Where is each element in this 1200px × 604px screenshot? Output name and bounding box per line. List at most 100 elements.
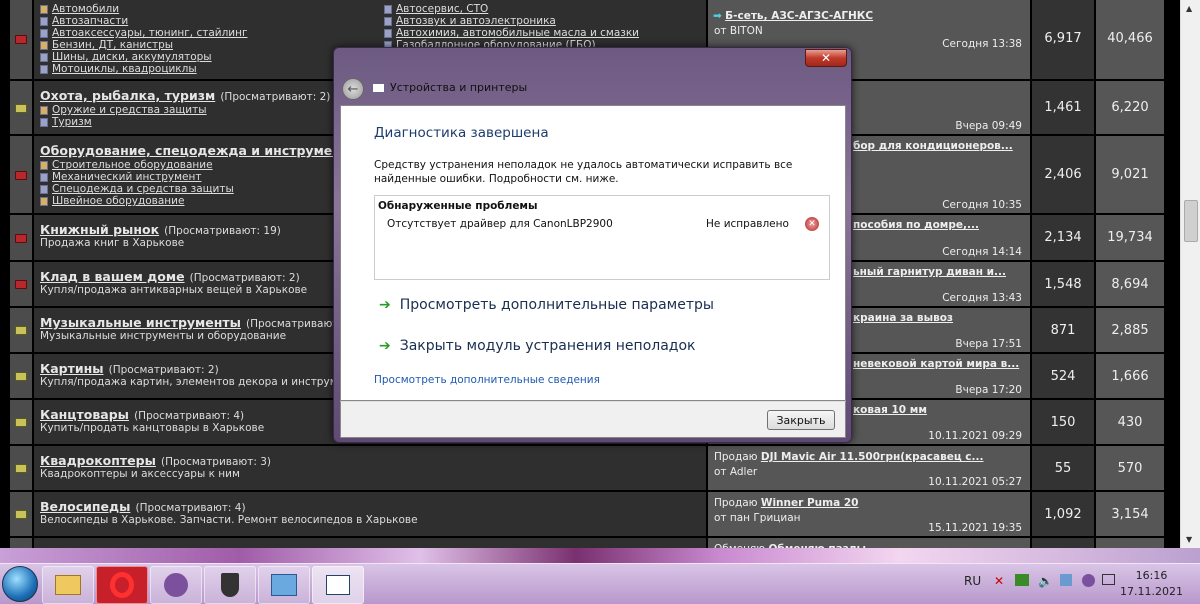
view-more-options-link[interactable]: ➔ Просмотреть дополнительные параметры xyxy=(379,297,714,313)
folder-icon xyxy=(15,34,27,44)
opera-taskbar-button[interactable] xyxy=(96,566,148,604)
troubleshooter-taskbar-button[interactable] xyxy=(312,566,364,604)
last-post-date: Сегодня 14:14 xyxy=(942,246,1022,258)
viewer-count: (Просматривают: 4) xyxy=(135,502,246,514)
scroll-up-arrow[interactable]: ▲ xyxy=(1186,4,1192,13)
forum-description: Продажа книг в Харькове xyxy=(40,237,185,249)
folder-icon xyxy=(15,464,27,473)
subforum-link[interactable]: Автозвук и автоэлектроника xyxy=(384,15,639,27)
subforum-link[interactable]: Бензин, ДТ, канистры xyxy=(40,39,248,51)
scrollbar[interactable]: ▲ ▼ xyxy=(1180,0,1200,548)
subforum-link[interactable]: Автохимия, автомобильные масла и смазки xyxy=(384,27,639,39)
status-cell xyxy=(10,215,32,260)
subforum-link[interactable]: Механический инструмент xyxy=(40,171,234,183)
subforum-link[interactable]: Шины, диски, аккумуляторы xyxy=(40,51,248,63)
viewer-count: (Просматривают: 19) xyxy=(164,225,281,237)
forum-title-link[interactable]: Охота, рыбалка, туризм xyxy=(40,88,215,103)
last-post-author: от Adler xyxy=(714,466,758,478)
last-post-link[interactable]: невековой картой мира в... xyxy=(853,358,1019,370)
last-post-link[interactable]: DJI Mavic Air 11.500грн(красавец с... xyxy=(761,451,984,463)
nvidia-icon[interactable] xyxy=(1015,574,1029,586)
explorer-taskbar-button[interactable] xyxy=(42,566,94,604)
back-button[interactable]: ← xyxy=(342,78,364,100)
subforum-link[interactable]: Автомобили xyxy=(40,3,248,15)
window-close-button[interactable]: ✕ xyxy=(805,49,847,67)
subforum-label: Бензин, ДТ, канистры xyxy=(52,39,174,51)
forum-header: Канцтовары (Просматривают: 4) xyxy=(40,404,244,423)
status-cell xyxy=(10,0,32,79)
subforum-link[interactable]: Строительное оборудование xyxy=(40,159,234,171)
forum-title-link[interactable]: Канцтовары xyxy=(40,407,129,422)
viber-tray-icon[interactable] xyxy=(1082,574,1095,587)
forum-row: Досуг и развлечение (Просматривают: 1)Об… xyxy=(10,538,1165,548)
subforum-link[interactable]: Швейное оборудование xyxy=(40,195,234,207)
subforum-link[interactable]: Автоаксессуары, тюнинг, стайлинг xyxy=(40,27,248,39)
viber-icon xyxy=(164,573,188,597)
folder-icon xyxy=(15,280,27,289)
new-post-arrow-icon[interactable]: ➡ xyxy=(713,10,725,22)
close-troubleshooter-link[interactable]: ➔ Закрыть модуль устранения неполадок xyxy=(379,338,696,354)
green-arrow-icon: ➔ xyxy=(379,338,391,354)
status-cell xyxy=(10,308,32,352)
scroll-down-arrow[interactable]: ▼ xyxy=(1186,535,1192,544)
forum-title-link[interactable]: Картины xyxy=(40,361,104,376)
forum-title-link[interactable]: Книжный рынок xyxy=(40,222,159,237)
control-panel-taskbar-button[interactable] xyxy=(258,566,310,604)
clock[interactable]: 16:16 17.11.2021 xyxy=(1120,568,1183,600)
topic-count: 150 xyxy=(1032,400,1094,444)
status-cell xyxy=(10,400,32,444)
last-post-link[interactable]: бор для кондиционеров... xyxy=(853,140,1013,152)
last-post-link[interactable]: ковая 10 мм xyxy=(853,404,927,416)
problem-name[interactable]: Отсутствует драйвер для CanonLBP2900 xyxy=(387,218,613,230)
last-post-title: Продаю DJI Mavic Air 11.500грн(красавец … xyxy=(714,451,983,463)
status-cell xyxy=(10,262,32,306)
option-label: Просмотреть дополнительные параметры xyxy=(399,297,714,313)
forum-cell: Квадрокоптеры (Просматривают: 3) Квадроко… xyxy=(34,446,706,490)
last-post-title: Продаю Winner Puma 20 xyxy=(714,497,858,509)
subforum-link[interactable]: Спецодежда и средства защиты xyxy=(40,183,234,195)
subforum-label: Строительное оборудование xyxy=(52,159,213,171)
last-post-link[interactable]: краина за вывоз xyxy=(853,312,953,324)
subforum-link[interactable]: Оружие и средства защиты xyxy=(40,104,207,116)
close-button[interactable]: Закрыть xyxy=(767,410,835,430)
last-post-link[interactable]: ьный гарнитур диван и... xyxy=(853,266,1006,278)
last-post-link[interactable]: пособия по домре,... xyxy=(853,219,979,231)
clock-date: 17.11.2021 xyxy=(1120,585,1183,598)
scrollbar-thumb[interactable] xyxy=(1184,200,1198,242)
error-icon: ✕ xyxy=(805,217,819,231)
dialog-body: Диагностика завершена Средству устранени… xyxy=(340,105,846,401)
last-post-link[interactable]: Б-сеть, АЗС-АГЗС-АГНКС xyxy=(725,10,873,22)
status-cell xyxy=(10,492,32,536)
view-details-link[interactable]: Просмотреть дополнительные сведения xyxy=(374,374,600,386)
last-post-title: бор для кондиционеров... xyxy=(853,140,1013,152)
forum-title-link[interactable]: Квадрокоптеры xyxy=(40,453,156,468)
status-cell xyxy=(10,446,32,490)
forum-title-link[interactable]: Музыкальные инструменты xyxy=(40,315,241,330)
forum-description: Квадрокоптеры и аксессуары к ним xyxy=(40,468,240,480)
subforum-link[interactable]: Автосервис, СТО xyxy=(384,3,639,15)
topic-count: 2,406 xyxy=(1032,136,1094,213)
last-post-author: от пан Грициан xyxy=(714,512,801,524)
app-tray-icon[interactable] xyxy=(1060,574,1072,586)
forum-header: Квадрокоптеры (Просматривают: 3) xyxy=(40,450,271,469)
language-indicator[interactable]: RU xyxy=(964,574,981,588)
forum-title-link[interactable]: Клад в вашем доме xyxy=(40,269,185,284)
subforum-link[interactable]: Туризм xyxy=(40,116,207,128)
topic-count: 524 xyxy=(1032,354,1094,398)
start-button[interactable] xyxy=(2,566,38,602)
subforum-link[interactable]: Мотоциклы, квадроциклы xyxy=(40,63,248,75)
network-error-icon[interactable]: ✕ xyxy=(994,574,1004,588)
last-post-link[interactable]: Winner Puma 20 xyxy=(761,497,859,509)
subforum-link[interactable]: Автозапчасти xyxy=(40,15,248,27)
forum-title-link[interactable]: Велосипеды xyxy=(40,499,130,514)
last-post-cell: Продаю DJI Mavic Air 11.500грн(красавец … xyxy=(708,446,1030,490)
wot-taskbar-button[interactable] xyxy=(204,566,256,604)
viber-taskbar-button[interactable] xyxy=(150,566,202,604)
network-icon[interactable] xyxy=(1102,574,1115,585)
volume-icon[interactable]: 🔈 xyxy=(1038,574,1053,588)
last-post-author: от BITON xyxy=(714,25,763,37)
subforum-list: Оружие и средства защиты Туризм xyxy=(40,104,207,128)
status-cell xyxy=(10,538,32,548)
forum-title-link[interactable]: Оборудование, спецодежда и инструмент xyxy=(40,143,348,158)
forum-header: Охота, рыбалка, туризм (Просматривают: 2… xyxy=(40,85,330,104)
